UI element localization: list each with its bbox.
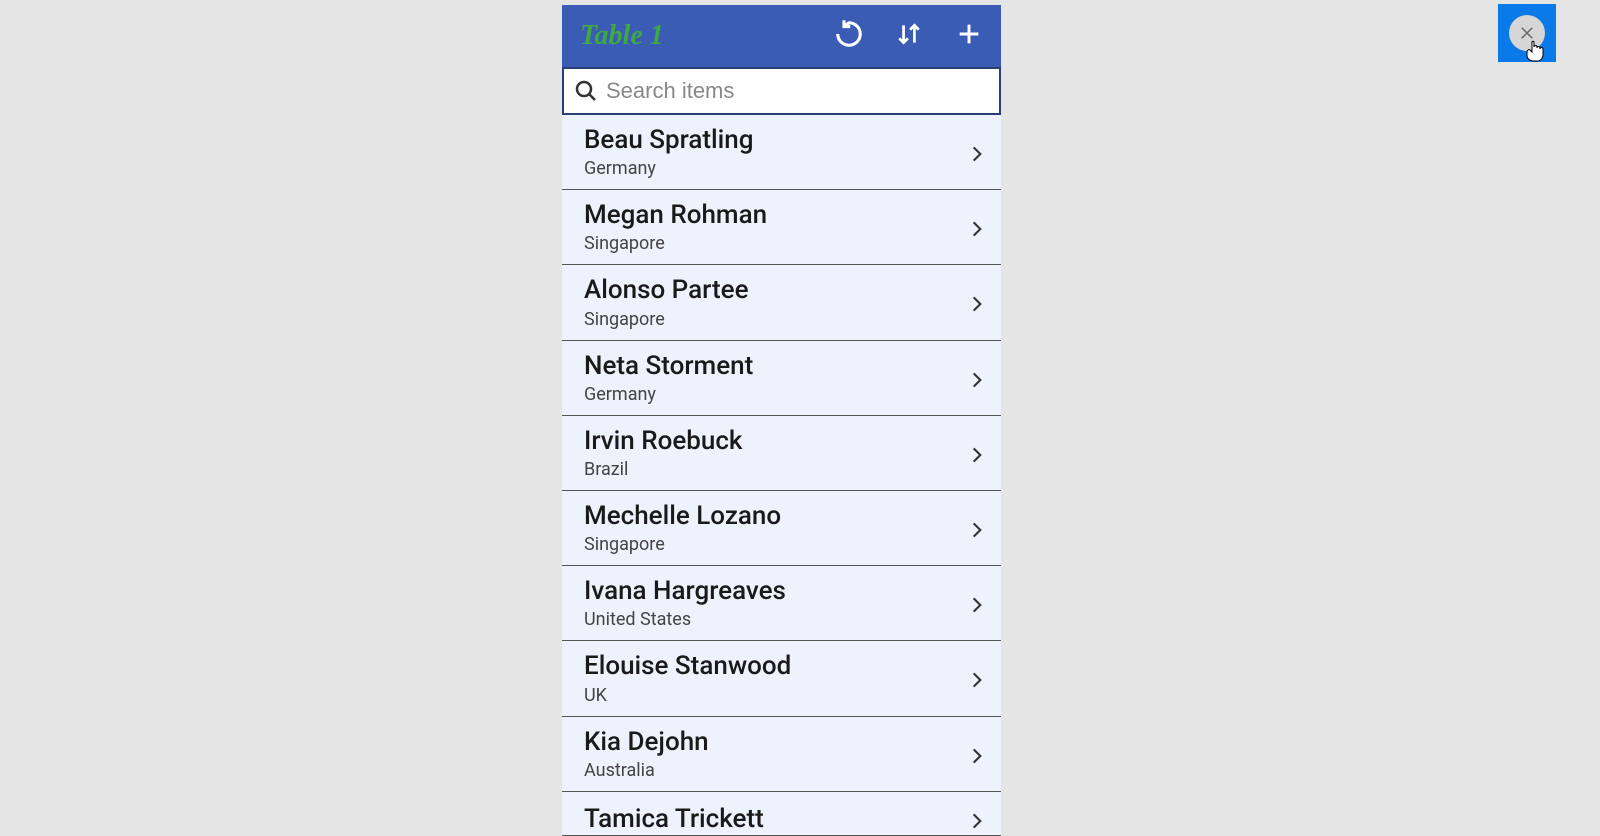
refresh-icon [834,19,864,53]
item-text: Kia Dejohn Australia [584,727,967,781]
item-name: Elouise Stanwood [584,651,967,682]
item-name: Alonso Partee [584,275,967,306]
close-button[interactable] [1498,4,1556,62]
item-country: Singapore [584,309,967,330]
chevron-right-icon [967,744,987,764]
list-item[interactable]: Kia Dejohn Australia [562,717,1001,792]
item-text: Mechelle Lozano Singapore [584,501,967,555]
sort-icon [896,19,922,53]
header-actions [835,22,991,50]
item-country: Germany [584,384,967,405]
list-item[interactable]: Alonso Partee Singapore [562,265,1001,340]
list-item[interactable]: Tamica Trickett [562,792,1001,836]
item-name: Tamica Trickett [584,804,967,835]
chevron-right-icon [967,292,987,312]
item-name: Kia Dejohn [584,727,967,758]
item-name: Neta Storment [584,351,967,382]
item-country: Brazil [584,459,967,480]
chevron-right-icon [967,443,987,463]
item-text: Neta Storment Germany [584,351,967,405]
chevron-right-icon [967,142,987,162]
refresh-button[interactable] [835,22,863,50]
list-item[interactable]: Irvin Roebuck Brazil [562,416,1001,491]
item-name: Megan Rohman [584,200,967,231]
app-header: Table 1 [562,5,1001,67]
chevron-right-icon [967,809,987,829]
item-text: Ivana Hargreaves United States [584,576,967,630]
list-item[interactable]: Megan Rohman Singapore [562,190,1001,265]
chevron-right-icon [967,593,987,613]
item-text: Megan Rohman Singapore [584,200,967,254]
plus-icon [955,20,983,52]
chevron-right-icon [967,518,987,538]
item-country: Singapore [584,233,967,254]
sort-button[interactable] [895,22,923,50]
list-item[interactable]: Ivana Hargreaves United States [562,566,1001,641]
search-input[interactable] [606,78,989,104]
add-button[interactable] [955,22,983,50]
item-name: Beau Spratling [584,125,967,156]
list-item[interactable]: Elouise Stanwood UK [562,641,1001,716]
chevron-right-icon [967,668,987,688]
close-icon [1509,15,1545,51]
item-country: Australia [584,760,967,781]
item-country: Singapore [584,534,967,555]
item-country: United States [584,609,967,630]
item-name: Irvin Roebuck [584,426,967,457]
app-panel: Table 1 [562,5,1001,836]
list-item[interactable]: Neta Storment Germany [562,341,1001,416]
chevron-right-icon [967,217,987,237]
chevron-right-icon [967,368,987,388]
item-country: UK [584,685,967,706]
list-item[interactable]: Mechelle Lozano Singapore [562,491,1001,566]
item-text: Alonso Partee Singapore [584,275,967,329]
item-country: Germany [584,158,967,179]
item-name: Ivana Hargreaves [584,576,967,607]
item-name: Mechelle Lozano [584,501,967,532]
item-text: Irvin Roebuck Brazil [584,426,967,480]
item-list: Beau Spratling Germany Megan Rohman Sing… [562,115,1001,836]
page-title: Table 1 [580,20,835,52]
item-text: Beau Spratling Germany [584,125,967,179]
item-text: Tamica Trickett [584,804,967,835]
item-text: Elouise Stanwood UK [584,651,967,705]
search-bar[interactable] [562,67,1001,115]
search-icon [574,79,598,103]
list-item[interactable]: Beau Spratling Germany [562,115,1001,190]
